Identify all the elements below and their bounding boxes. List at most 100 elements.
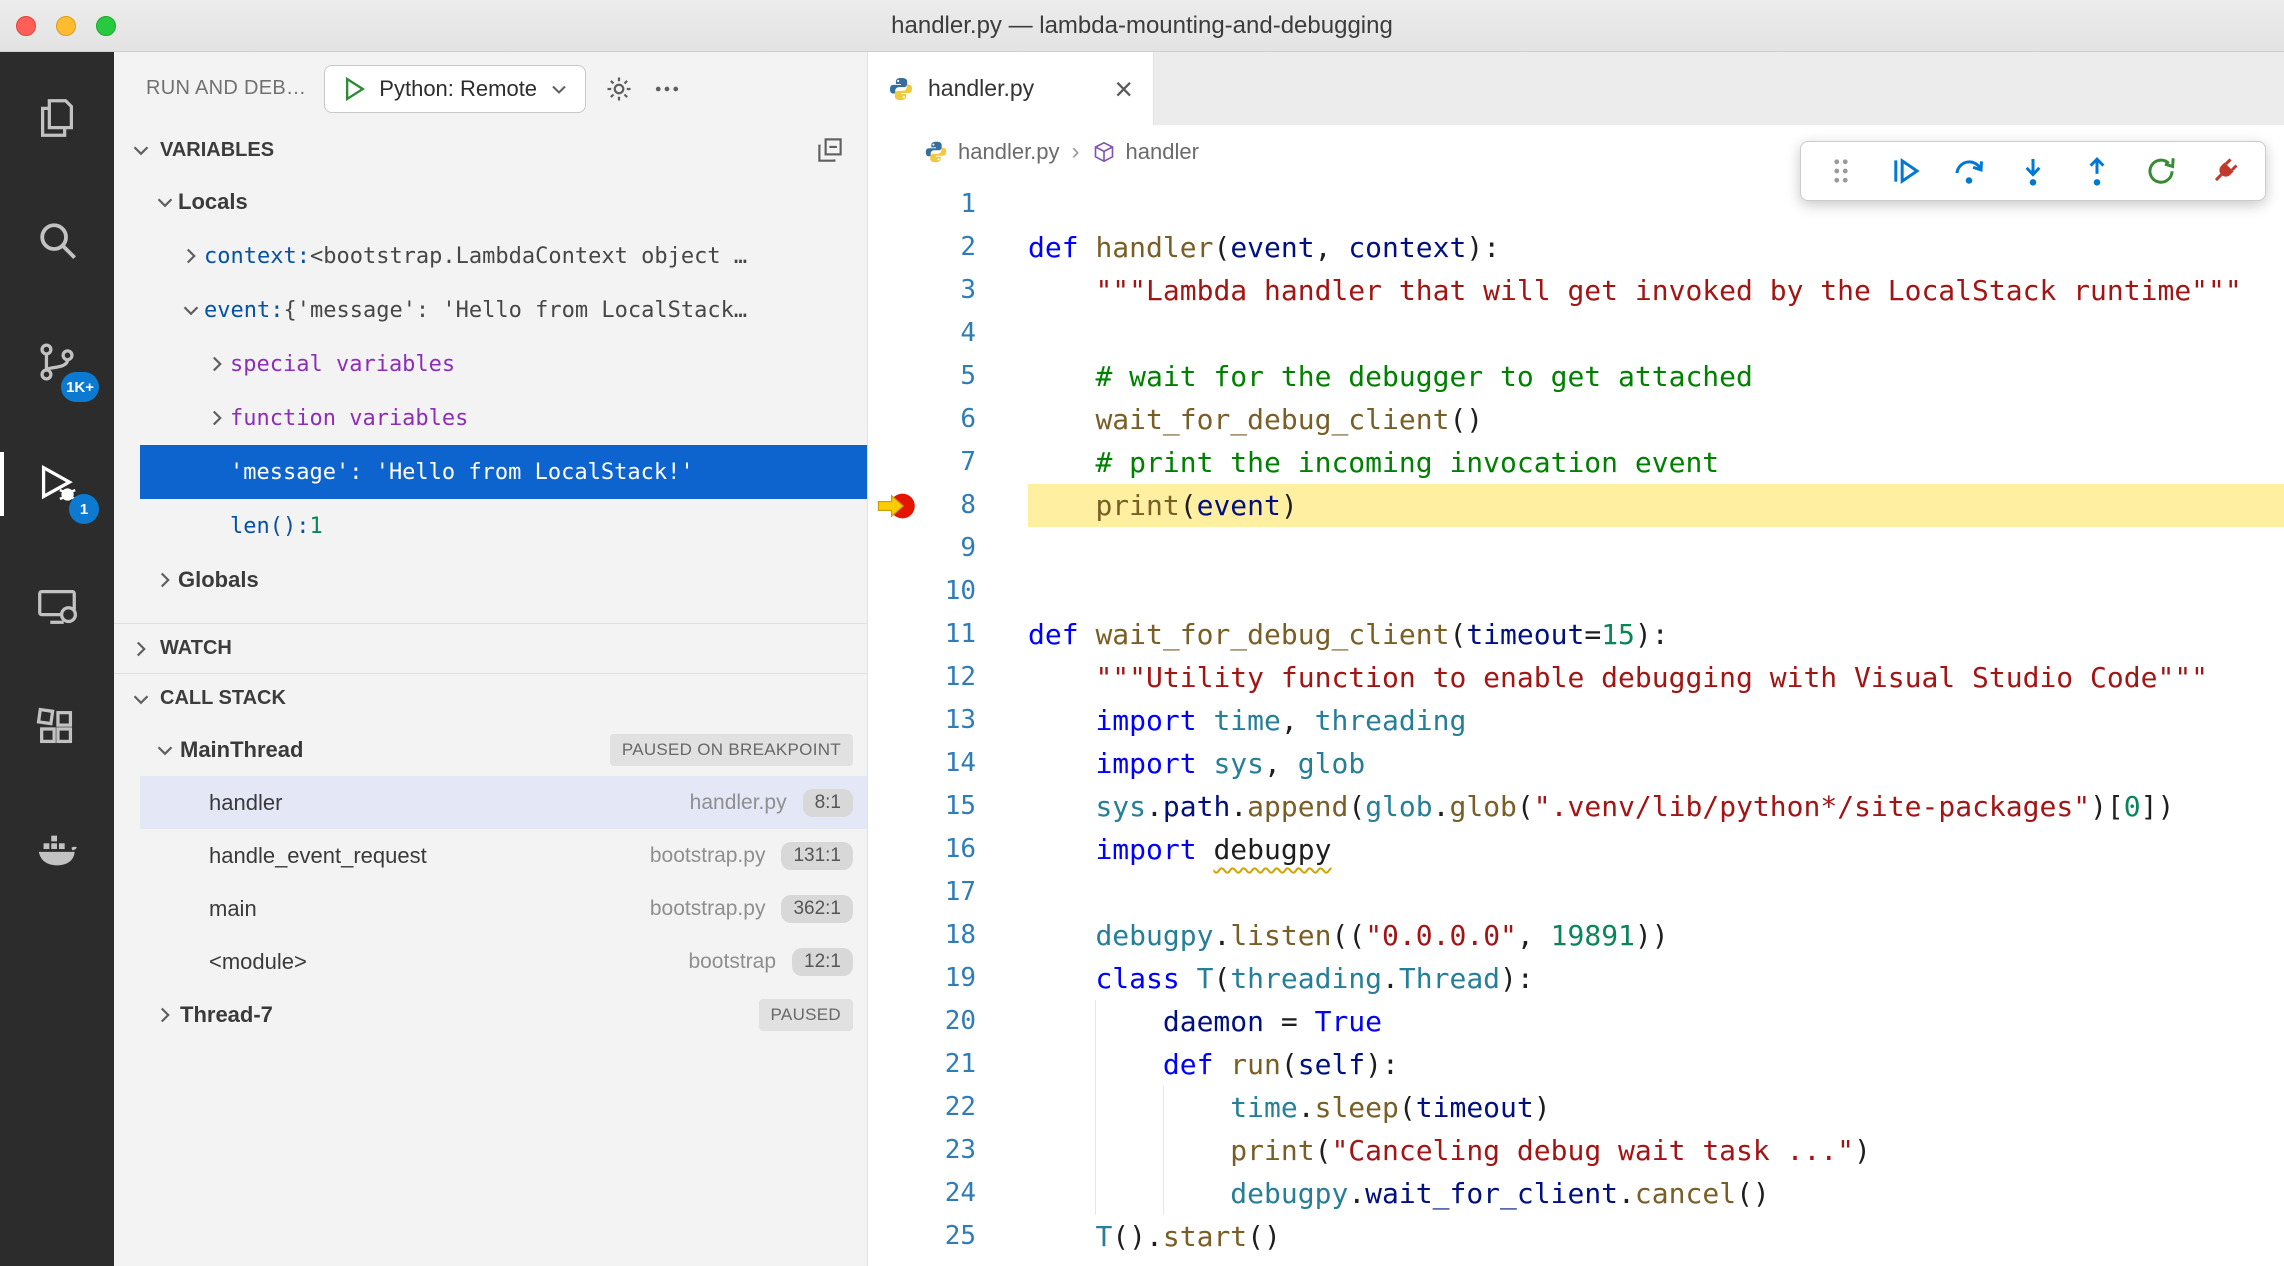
breakpoint-margin[interactable] bbox=[868, 355, 926, 398]
breakpoint-margin[interactable] bbox=[868, 785, 926, 828]
token: 19891 bbox=[1551, 919, 1635, 952]
breakpoint-margin[interactable] bbox=[868, 312, 926, 355]
activity-bar-item-remote-explorer[interactable] bbox=[25, 574, 89, 638]
frame-position-badge: 362:1 bbox=[781, 895, 853, 923]
line-number: 8 bbox=[926, 484, 976, 527]
variables-section-header[interactable]: VARIABLES bbox=[114, 125, 867, 175]
sidebar-header: RUN AND DEB… Python: Remote bbox=[114, 52, 867, 125]
breakpoint-margin[interactable] bbox=[868, 1043, 926, 1086]
close-window-button[interactable] bbox=[16, 16, 36, 36]
token: )) bbox=[1635, 919, 1669, 952]
breakpoint-margin[interactable] bbox=[868, 570, 926, 613]
token bbox=[1197, 747, 1214, 780]
step-into-button[interactable] bbox=[2009, 147, 2057, 195]
code-line-11: 11def wait_for_debug_client(timeout=15): bbox=[868, 613, 2284, 656]
call-stack-section-header[interactable]: CALL STACK bbox=[114, 673, 867, 723]
minimize-window-button[interactable] bbox=[56, 16, 76, 36]
start-debugging-icon[interactable] bbox=[339, 74, 369, 104]
activity-bar-item-extensions[interactable] bbox=[25, 696, 89, 760]
token: ) bbox=[1281, 489, 1298, 522]
variable-row[interactable]: Locals bbox=[140, 175, 867, 229]
token: True bbox=[1315, 1005, 1382, 1038]
line-number: 12 bbox=[926, 656, 976, 699]
breakpoint-margin[interactable] bbox=[868, 527, 926, 570]
breakpoint-margin[interactable] bbox=[868, 656, 926, 699]
token: timeout bbox=[1466, 618, 1584, 651]
breakpoint-margin[interactable] bbox=[868, 1129, 926, 1172]
breakpoint-margin[interactable] bbox=[868, 269, 926, 312]
variable-row[interactable]: context: <bootstrap.LambdaContext object… bbox=[140, 229, 867, 283]
call-stack-title: CALL STACK bbox=[160, 687, 286, 710]
frame-location: bootstrap.py362:1 bbox=[650, 895, 853, 923]
stack-frame-row[interactable]: <module>bootstrap12:1 bbox=[140, 935, 867, 988]
close-icon[interactable]: × bbox=[1114, 73, 1133, 105]
frame-location: bootstrap.py131:1 bbox=[650, 842, 853, 870]
token: (). bbox=[1112, 1220, 1163, 1253]
variable-row[interactable]: len(): 1 bbox=[140, 499, 867, 553]
line-number: 10 bbox=[926, 570, 976, 613]
activity-bar-item-search[interactable] bbox=[25, 208, 89, 272]
line-number: 2 bbox=[926, 226, 976, 269]
collapse-all-icon[interactable] bbox=[815, 135, 845, 165]
step-over-icon bbox=[1952, 154, 1986, 188]
breakpoint-margin[interactable] bbox=[868, 1172, 926, 1215]
breakpoint-margin[interactable] bbox=[868, 1086, 926, 1129]
breakpoint-margin[interactable] bbox=[868, 441, 926, 484]
variable-row[interactable]: function variables bbox=[140, 391, 867, 445]
breakpoint-margin[interactable] bbox=[868, 1000, 926, 1043]
thread-row-MainThread[interactable]: MainThreadPAUSED ON BREAKPOINT bbox=[140, 723, 867, 776]
stack-frame-row[interactable]: mainbootstrap.py362:1 bbox=[140, 882, 867, 935]
step-out-button[interactable] bbox=[2073, 147, 2121, 195]
debug-config-picker[interactable]: Python: Remote bbox=[324, 65, 586, 113]
stack-frame-row[interactable]: handle_event_requestbootstrap.py131:1 bbox=[140, 829, 867, 882]
frame-position-badge: 8:1 bbox=[803, 789, 853, 817]
token bbox=[1028, 962, 1095, 995]
activity-bar-item-explorer[interactable] bbox=[25, 86, 89, 150]
toolbar-drag-handle[interactable] bbox=[1817, 147, 1865, 195]
zoom-window-button[interactable] bbox=[96, 16, 116, 36]
breakpoint-margin[interactable] bbox=[868, 183, 926, 226]
continue-button[interactable] bbox=[1881, 147, 1929, 195]
breakpoint-margin[interactable] bbox=[868, 226, 926, 269]
breakpoint-margin[interactable] bbox=[868, 699, 926, 742]
stack-frame-row[interactable]: handlerhandler.py8:1 bbox=[140, 776, 867, 829]
thread-row-Thread-7[interactable]: Thread-7PAUSED bbox=[140, 988, 867, 1041]
indent-guide bbox=[1163, 1086, 1164, 1129]
breakpoint-margin[interactable] bbox=[868, 742, 926, 785]
disconnect-button[interactable] bbox=[2201, 147, 2249, 195]
gear-icon[interactable] bbox=[604, 74, 634, 104]
tab-handler-py[interactable]: handler.py × bbox=[868, 52, 1154, 125]
breakpoint-margin[interactable] bbox=[868, 914, 926, 957]
gutter: 5 bbox=[868, 355, 1028, 398]
breadcrumb-item-handler.py[interactable]: handler.py bbox=[924, 139, 1060, 165]
activity-bar-item-source-control[interactable]: 1K+ bbox=[25, 330, 89, 394]
token: time bbox=[1230, 1091, 1297, 1124]
variable-row[interactable]: special variables bbox=[140, 337, 867, 391]
breakpoint-margin[interactable] bbox=[868, 613, 926, 656]
activity-bar-item-docker[interactable] bbox=[25, 818, 89, 882]
watch-section-header[interactable]: WATCH bbox=[114, 623, 867, 673]
code-line-4: 4 bbox=[868, 312, 2284, 355]
breakpoint-margin[interactable] bbox=[868, 398, 926, 441]
breakpoint-margin[interactable] bbox=[868, 484, 926, 527]
breakpoint-margin[interactable] bbox=[868, 1215, 926, 1258]
variable-row[interactable]: event: {'message': 'Hello from LocalStac… bbox=[140, 283, 867, 337]
more-actions-icon[interactable] bbox=[652, 74, 682, 104]
variable-row[interactable]: Globals bbox=[140, 553, 867, 607]
call-stack-list: MainThreadPAUSED ON BREAKPOINThandlerhan… bbox=[114, 723, 867, 1041]
breadcrumb-item-handler[interactable]: handler bbox=[1092, 139, 1199, 165]
gutter: 24 bbox=[868, 1172, 1028, 1215]
code-line-3: 3 """Lambda handler that will get invoke… bbox=[868, 269, 2284, 312]
token: ( bbox=[1213, 962, 1230, 995]
breakpoint-margin[interactable] bbox=[868, 828, 926, 871]
token: def bbox=[1163, 1048, 1230, 1081]
line-number: 7 bbox=[926, 441, 976, 484]
activity-bar-item-run-and-debug[interactable]: 1 bbox=[25, 452, 89, 516]
breakpoint-margin[interactable] bbox=[868, 871, 926, 914]
restart-button[interactable] bbox=[2137, 147, 2185, 195]
variable-row[interactable]: 'message': 'Hello from LocalStack!' bbox=[140, 445, 867, 499]
thread-name: MainThread bbox=[180, 737, 303, 763]
code-editor[interactable]: 12def handler(event, context):3 """Lambd… bbox=[868, 178, 2284, 1266]
breakpoint-margin[interactable] bbox=[868, 957, 926, 1000]
step-over-button[interactable] bbox=[1945, 147, 1993, 195]
